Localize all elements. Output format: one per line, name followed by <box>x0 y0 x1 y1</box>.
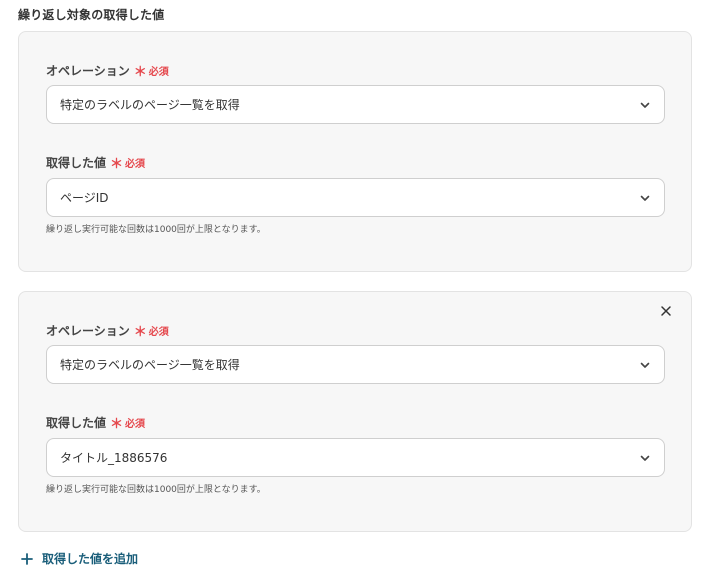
required-asterisk: ＊ <box>110 417 124 432</box>
section-title: 繰り返し対象の取得した値 <box>18 8 165 22</box>
chevron-down-icon <box>639 452 651 464</box>
value-select-value: ページID <box>60 191 109 205</box>
add-value-label: 取得した値を追加 <box>42 552 139 566</box>
add-value-button[interactable]: 取得した値を追加 <box>20 550 138 567</box>
operation-label: オペレーション ＊ 必須 <box>46 321 169 340</box>
value-select-value: タイトル_1886576 <box>60 451 168 465</box>
operation-label-text: オペレーション <box>46 64 130 78</box>
chevron-down-icon <box>639 192 651 204</box>
required-text: 必須 <box>148 67 169 78</box>
required-asterisk: ＊ <box>133 325 147 340</box>
value-card-1: オペレーション ＊ 必須 特定のラベルのページ一覧を取得 取得した値 ＊ 必須 … <box>18 31 692 272</box>
value-select[interactable]: ページID <box>46 178 665 217</box>
value-label-text: 取得した値 <box>46 156 107 170</box>
operation-select[interactable]: 特定のラベルのページ一覧を取得 <box>46 345 665 384</box>
chevron-down-icon <box>639 359 651 371</box>
value-label: 取得した値 ＊ 必須 <box>46 153 145 172</box>
operation-select[interactable]: 特定のラベルのページ一覧を取得 <box>46 85 665 124</box>
plus-icon <box>20 552 34 566</box>
required-asterisk: ＊ <box>133 65 147 80</box>
operation-label: オペレーション ＊ 必須 <box>46 61 169 80</box>
value-select[interactable]: タイトル_1886576 <box>46 438 665 477</box>
required-text: 必須 <box>125 419 146 430</box>
helper-text: 繰り返し実行可能な回数は1000回が上限となります。 <box>46 225 266 235</box>
value-label-text: 取得した値 <box>46 416 107 430</box>
value-label: 取得した値 ＊ 必須 <box>46 413 145 432</box>
required-text: 必須 <box>148 327 169 338</box>
helper-text: 繰り返し実行可能な回数は1000回が上限となります。 <box>46 485 266 495</box>
value-card-2: オペレーション ＊ 必須 特定のラベルのページ一覧を取得 取得した値 ＊ 必須 … <box>18 291 692 532</box>
chevron-down-icon <box>639 99 651 111</box>
required-asterisk: ＊ <box>110 157 124 172</box>
operation-label-text: オペレーション <box>46 324 130 338</box>
required-text: 必須 <box>125 159 146 170</box>
remove-card-button[interactable] <box>659 304 673 318</box>
close-icon <box>661 306 671 316</box>
operation-select-value: 特定のラベルのページ一覧を取得 <box>60 358 240 372</box>
operation-select-value: 特定のラベルのページ一覧を取得 <box>60 98 240 112</box>
loop-target-settings: 繰り返し対象の取得した値 オペレーション ＊ 必須 特定のラベルのページ一覧を取… <box>0 0 707 580</box>
